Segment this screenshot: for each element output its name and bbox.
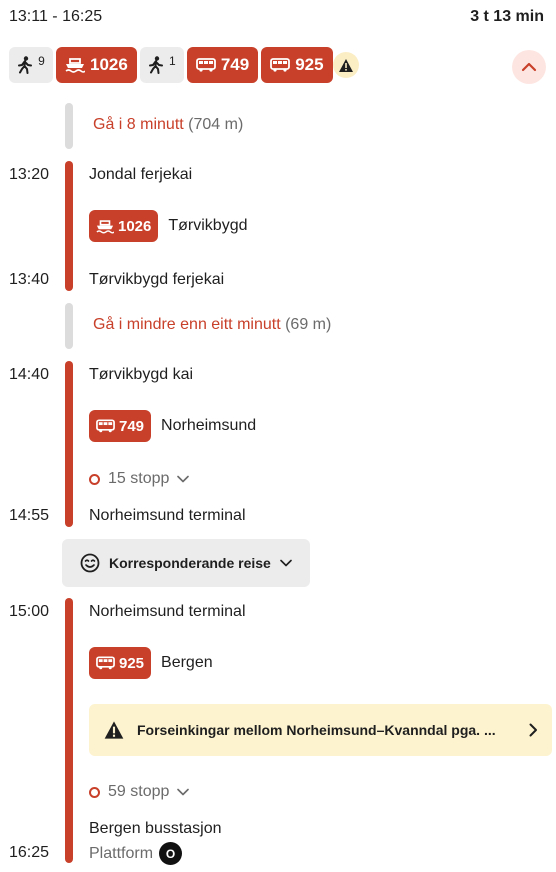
bus-route-925: 925 Bergen (89, 647, 213, 679)
line-badge: 925 (89, 647, 152, 679)
walk-leg-bar (65, 103, 73, 149)
walk-label: Gå i mindre enn eitt minutt (93, 316, 281, 333)
route-destination: Tørvikbygd (168, 217, 248, 234)
departure-time: 14:40 (9, 366, 50, 383)
line-number: 749 (119, 417, 145, 435)
chevron-right-icon (529, 723, 537, 737)
arrival-time: 14:55 (9, 507, 50, 524)
walk-leg-bar (65, 303, 73, 349)
departure-stop: Norheimsund terminal (89, 603, 246, 620)
departure-time: 13:20 (9, 166, 50, 183)
bus-leg-bar (65, 598, 73, 863)
line-number: 925 (119, 654, 145, 672)
walk-distance: (704 m) (188, 116, 244, 133)
departure-stop: Tørvikbygd kai (89, 366, 194, 383)
stop-ring-icon (89, 473, 100, 485)
warning-icon (104, 721, 124, 739)
chevron-down-icon (177, 788, 190, 796)
arrival-time: 13:40 (9, 271, 50, 288)
intermediate-stops-toggle[interactable]: 59 stopp (89, 782, 190, 802)
departure-time: 15:00 (9, 603, 50, 620)
ferry-route: 1026 Tørvikbygd (89, 210, 248, 242)
line-number: 1026 (118, 217, 152, 235)
bus-leg-bar (65, 361, 73, 527)
ferry-icon (96, 219, 114, 234)
stops-count: 15 stopp (108, 470, 170, 487)
route-destination: Bergen (161, 654, 213, 671)
bus-route-749: 749 Norheimsund (89, 410, 256, 442)
stops-count: 59 stopp (108, 783, 170, 800)
arrival-platform: Plattform O (89, 842, 183, 865)
delay-alert[interactable]: Forseinkingar mellom Norheimsund–Kvannda… (89, 704, 552, 756)
chevron-down-icon (177, 475, 190, 483)
route-destination: Norheimsund (161, 417, 257, 434)
stop-ring-icon (89, 786, 100, 798)
arrival-time: 16:25 (9, 844, 50, 861)
smiley-icon (80, 553, 100, 573)
arrival-stop: Bergen busstasjon (89, 820, 222, 837)
chevron-down-icon (280, 559, 292, 567)
ferry-leg-bar (65, 161, 73, 291)
connecting-trip-label: Korresponderande reise (109, 555, 271, 571)
connecting-trip-button[interactable]: Korresponderande reise (62, 539, 310, 587)
platform-label: Plattform (89, 844, 154, 862)
walk-label: Gå i 8 minutt (93, 116, 184, 133)
arrival-stop: Norheimsund terminal (89, 507, 246, 524)
walk-distance: (69 m) (285, 316, 332, 333)
line-badge: 749 (89, 410, 152, 442)
bus-icon (96, 419, 115, 433)
platform-code: O (159, 842, 183, 865)
intermediate-stops-toggle[interactable]: 15 stopp (89, 469, 190, 489)
arrival-stop: Tørvikbygd ferjekai (89, 271, 225, 288)
bus-icon (96, 656, 115, 670)
departure-stop: Jondal ferjekai (89, 166, 193, 183)
alert-text: Forseinkingar mellom Norheimsund–Kvannda… (137, 722, 496, 738)
walk-leg-1: Gå i 8 minutt (704 m) (93, 116, 243, 134)
line-badge: 1026 (89, 210, 159, 242)
trip-timeline: Gå i 8 minutt (704 m) 13:20 Jondal ferje… (0, 0, 556, 872)
walk-leg-2: Gå i mindre enn eitt minutt (69 m) (93, 316, 331, 334)
